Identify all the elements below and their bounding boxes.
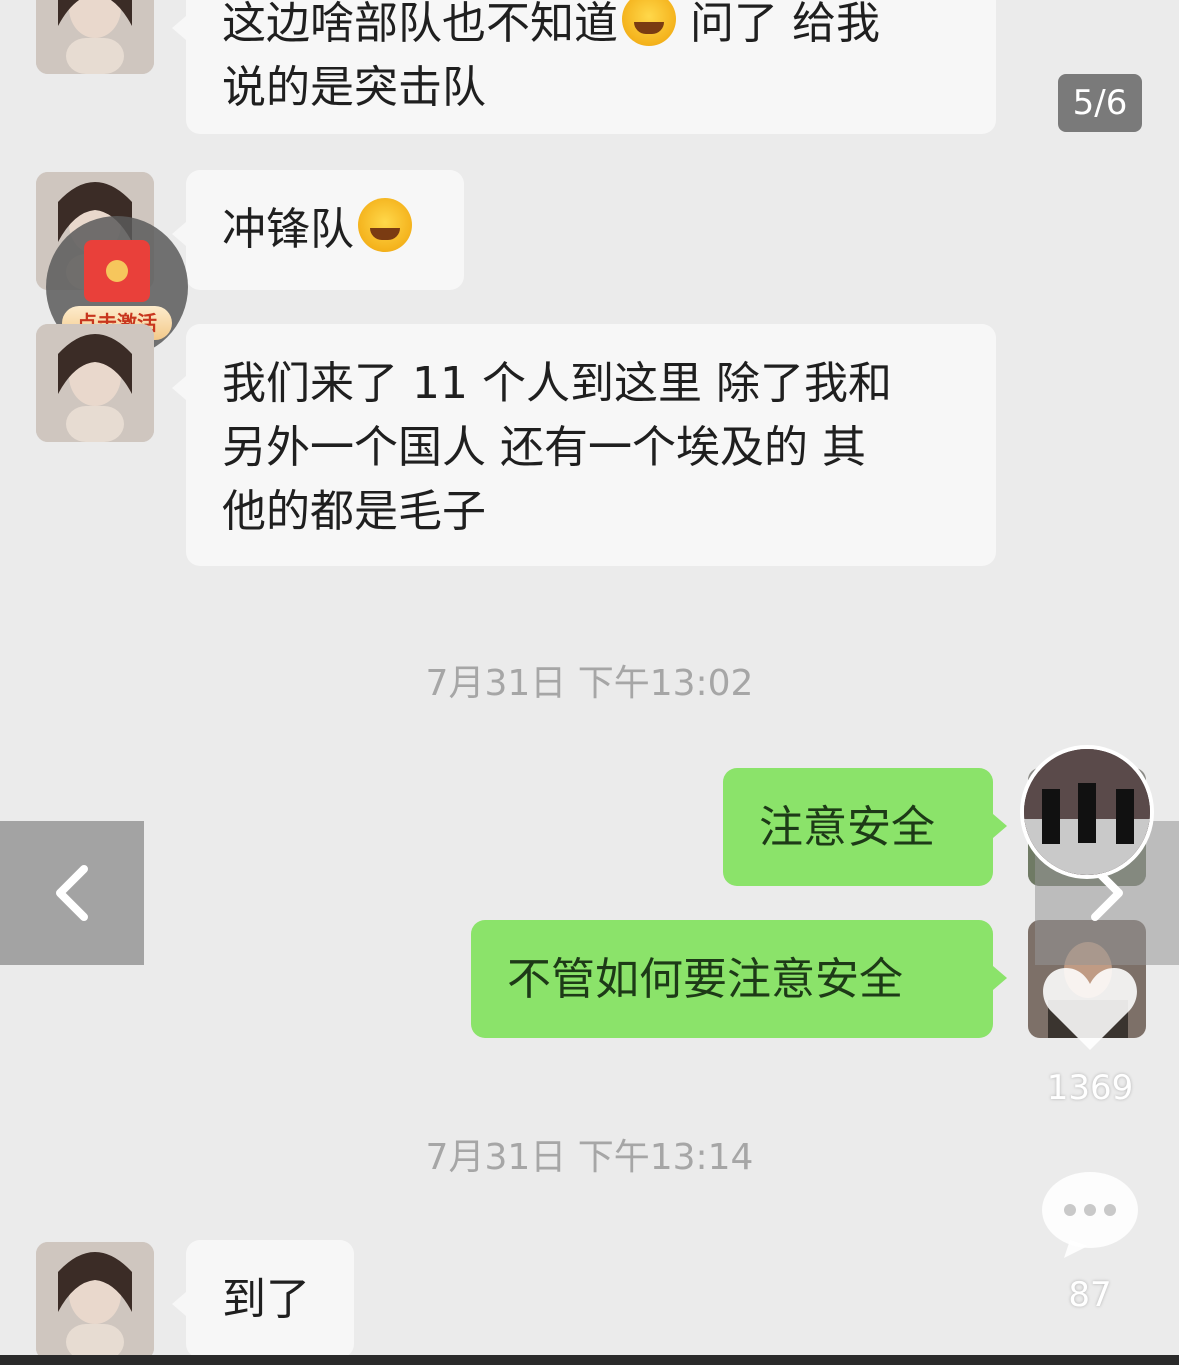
- message-bubble-1: 这边啥部队也不知道 问了 给我 说的是突击队: [172, 0, 996, 134]
- timestamp: 7月31日 下午13:14: [425, 1137, 754, 1178]
- message-bubble-4: 注意安全: [723, 768, 1007, 886]
- page-counter: 5/6: [1058, 74, 1142, 132]
- heart-icon[interactable]: [1040, 962, 1140, 1054]
- message-bubble-5: 不管如何要注意安全: [471, 920, 1007, 1038]
- sender-avatar: [36, 324, 154, 442]
- previous-image-button[interactable]: [0, 821, 144, 965]
- red-envelope-icon: [84, 240, 150, 302]
- laughing-crying-emoji: [358, 198, 412, 252]
- timestamp: 7月31日 下午13:02: [425, 663, 754, 704]
- sender-avatar: [36, 1242, 154, 1360]
- chevron-left-icon: [56, 865, 88, 921]
- creator-avatar[interactable]: [1020, 745, 1154, 879]
- message-bubble-6: 到了: [172, 1240, 354, 1358]
- message-bubble-3: 我们来了 11 个人到这里 除了我和 另外一个国人 还有一个埃及的 其 他的都是…: [172, 324, 996, 566]
- comment-icon[interactable]: [1040, 1168, 1140, 1260]
- message-text: 冲锋队: [222, 204, 354, 255]
- chat-screenshot: 这边啥部队也不知道 问了 给我 说的是突击队 冲锋队 点击激活 我们来了 11 …: [0, 0, 1179, 1365]
- comment-count: 87: [1068, 1275, 1112, 1315]
- laughing-crying-emoji: [622, 0, 676, 46]
- message-bubble-2: 冲锋队: [172, 170, 464, 290]
- message-text: 这边啥部队也不知道: [222, 0, 618, 49]
- sender-avatar: [36, 0, 154, 74]
- like-count: 1369: [1046, 1068, 1134, 1108]
- bottom-bar: [0, 1355, 1179, 1365]
